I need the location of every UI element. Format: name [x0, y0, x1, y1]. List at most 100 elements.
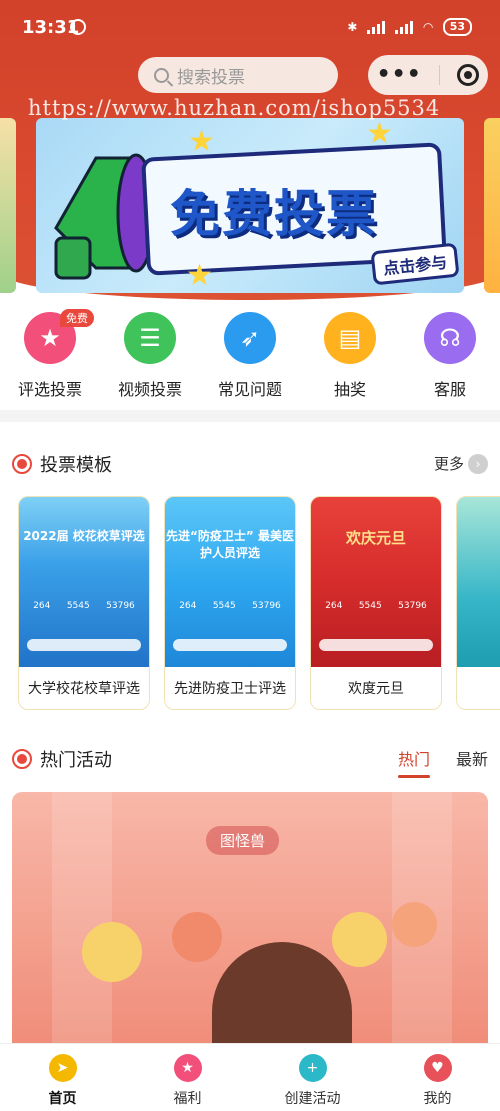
tab-label: 福利	[173, 1091, 202, 1107]
quick-action-faq[interactable]: ➶ 常见问题	[200, 312, 300, 402]
promo-banner[interactable]: ★ ★ ★ 免费投票 点击参与	[36, 118, 464, 293]
flower-decoration	[392, 902, 437, 947]
heart-icon: ♥	[423, 1054, 452, 1082]
quick-action-support[interactable]: ☊ 客服	[400, 312, 500, 402]
flower-decoration	[82, 922, 142, 982]
signal-icon	[367, 20, 386, 34]
thumbnail-title: 欢庆元旦	[345, 529, 406, 547]
search-icon	[154, 67, 169, 83]
more-menu-icon[interactable]: •••	[377, 64, 422, 86]
chevron-right-icon: ›	[468, 453, 488, 474]
alarm-icon	[70, 19, 86, 35]
template-name: 大学校花校草评选	[28, 681, 140, 697]
activity-card[interactable]: 图怪兽	[12, 792, 488, 1052]
tab-create-activity[interactable]: + 创建活动	[250, 1044, 375, 1111]
template-name: 先进防疫卫士评选	[174, 681, 286, 697]
headset-icon: ☊	[424, 312, 476, 364]
stat-value: 53796	[398, 601, 427, 611]
capsule-divider	[439, 65, 441, 85]
template-thumbnail	[457, 497, 500, 667]
signal-icon-2	[395, 20, 414, 34]
template-card[interactable]: 2022届 校花校草评选 264 5545 53796 大学校花校草评选	[18, 496, 150, 710]
banner-peek-left	[0, 118, 16, 293]
tab-label: 我的	[423, 1091, 452, 1107]
stat-value: 264	[179, 601, 197, 611]
curtain-decoration	[52, 792, 112, 1052]
stat-value: 53796	[106, 601, 135, 611]
activity-tabs: 热门 最新	[397, 746, 488, 778]
quick-action-label: 客服	[433, 380, 466, 399]
template-card[interactable]: 先进“防疫卫士” 最美医护人员评选 264 5545 53796 先进防疫卫士评…	[164, 496, 296, 710]
template-name: 欢度元旦	[348, 681, 404, 697]
section-dot-icon	[12, 749, 32, 769]
thumbnail-search-bar	[319, 639, 433, 651]
search-input[interactable]: 搜索投票	[138, 57, 338, 93]
more-label: 更多	[433, 455, 464, 473]
clipboard-icon: ▤	[324, 312, 376, 364]
thumbnail-stats: 264 5545 53796	[25, 601, 143, 611]
banner-peek-right	[484, 118, 500, 293]
search-placeholder: 搜索投票	[177, 67, 245, 88]
plus-icon: +	[298, 1054, 327, 1082]
template-thumbnail: 欢庆元旦 264 5545 53796	[311, 497, 441, 667]
quick-action-vote[interactable]: ★ 免费 评选投票	[0, 309, 100, 402]
tab-hot[interactable]: 热门	[397, 746, 430, 778]
tab-label: 创建活动	[284, 1091, 341, 1107]
tab-home[interactable]: ➤ 首页	[0, 1044, 125, 1111]
thumbnail-stats: 264 5545 53796	[317, 601, 435, 611]
close-miniprogram-icon[interactable]	[457, 64, 480, 86]
figure-decoration	[212, 942, 352, 1052]
quick-action-lottery[interactable]: ▤ 抽奖	[300, 312, 400, 402]
watermark-text: https://www.huzhan.com/ishop5534	[28, 96, 441, 120]
thumbnail-title: 先进“防疫卫士” 最美医护人员评选	[166, 529, 294, 560]
stat-value: 5545	[358, 601, 382, 611]
thumbnail-search-bar	[27, 639, 141, 651]
stat-value: 5545	[212, 601, 236, 611]
bluetooth-icon: ✱	[347, 20, 358, 34]
activities-header: 热门活动 热门 最新	[12, 744, 488, 778]
flower-decoration	[332, 912, 387, 967]
stat-value: 264	[33, 601, 51, 611]
template-thumbnail: 先进“防疫卫士” 最美医护人员评选 264 5545 53796	[165, 497, 295, 667]
templates-more-link[interactable]: 更多 ›	[434, 453, 488, 474]
section-divider	[0, 410, 500, 422]
activity-stamp: 图怪兽	[206, 826, 280, 855]
thumbnail-search-bar	[173, 639, 287, 651]
star-decoration-icon: ★	[186, 258, 213, 293]
quick-actions: ★ 免费 评选投票 ☰ 视频投票 ➶ 常见问题 ▤ 抽奖 ☊ 客服	[0, 309, 500, 402]
flower-decoration	[172, 912, 222, 962]
wifi-icon: ◠	[423, 20, 433, 34]
section-dot-icon	[12, 454, 32, 474]
tab-latest[interactable]: 最新	[456, 746, 488, 770]
stat-value: 53796	[252, 601, 281, 611]
quick-action-label: 视频投票	[117, 380, 182, 399]
template-card[interactable]	[456, 496, 500, 710]
battery-indicator: 53	[442, 18, 472, 36]
quick-action-label: 抽奖	[333, 380, 366, 399]
tab-mine[interactable]: ♥ 我的	[375, 1044, 500, 1111]
quick-action-video-vote[interactable]: ☰ 视频投票	[100, 312, 200, 402]
templates-header: 投票模板 更多 ›	[12, 449, 488, 479]
template-list: 2022届 校花校草评选 264 5545 53796 大学校花校草评选 先进“…	[18, 496, 500, 710]
thumbnail-stats: 264 5545 53796	[171, 601, 289, 611]
free-badge: 免费	[60, 309, 94, 327]
star-icon: ★	[173, 1054, 202, 1082]
quick-action-label: 评选投票	[17, 380, 82, 399]
rocket-icon: ➤	[48, 1054, 77, 1082]
thumbnail-title: 2022届 校花校草评选	[23, 529, 145, 543]
status-bar: 13:31 ✱ ◠ 53	[0, 0, 500, 52]
chat-icon: ☰	[124, 312, 176, 364]
template-thumbnail: 2022届 校花校草评选 264 5545 53796	[19, 497, 149, 667]
star-decoration-icon: ★	[366, 118, 393, 151]
tab-label: 首页	[48, 1091, 77, 1107]
compass-icon: ➶	[224, 312, 276, 364]
template-name	[457, 667, 500, 709]
banner-title: 免费投票	[170, 185, 378, 243]
bottom-tab-bar: ➤ 首页 ★ 福利 + 创建活动 ♥ 我的	[0, 1043, 500, 1111]
stat-value: 264	[325, 601, 343, 611]
activities-title: 热门活动	[40, 750, 112, 771]
template-card[interactable]: 欢庆元旦 264 5545 53796 欢度元旦	[310, 496, 442, 710]
tab-benefits[interactable]: ★ 福利	[125, 1044, 250, 1111]
miniprogram-capsule: •••	[368, 55, 488, 95]
templates-title: 投票模板	[40, 455, 112, 476]
